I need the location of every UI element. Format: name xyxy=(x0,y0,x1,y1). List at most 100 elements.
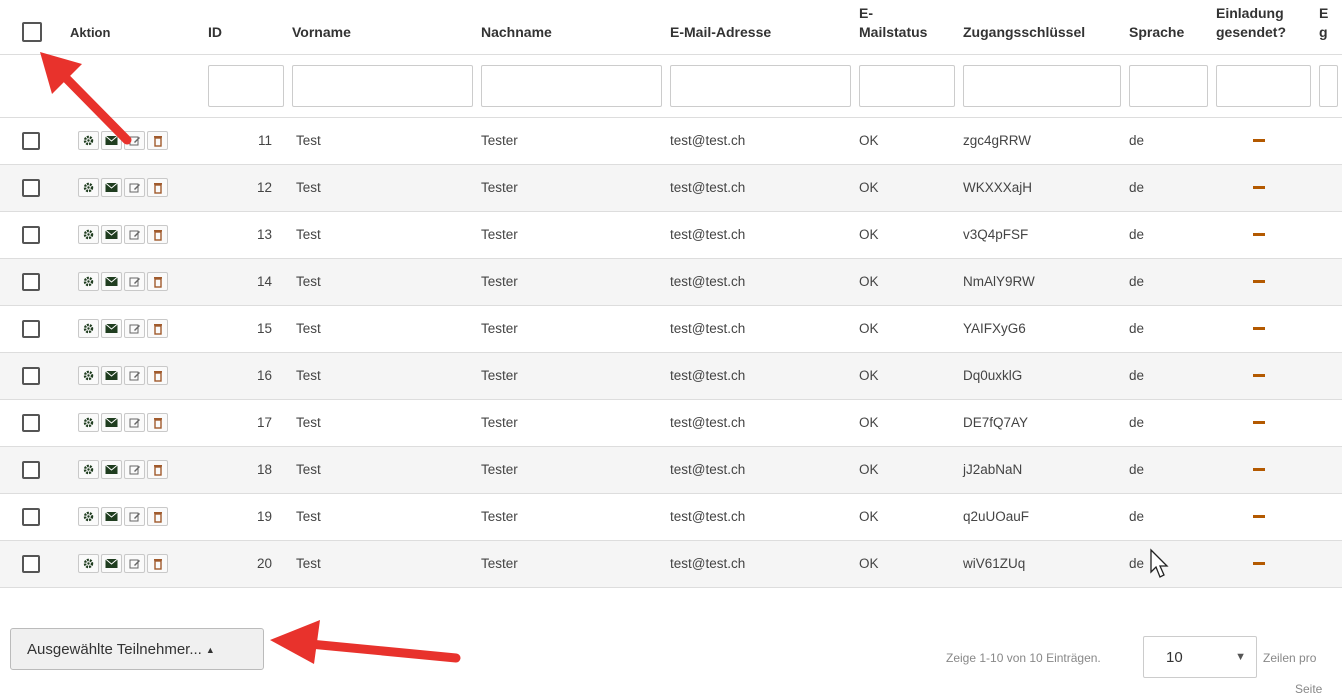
row-id: 17 xyxy=(204,399,288,447)
select-all-checkbox[interactable] xyxy=(22,21,42,42)
filter-next-input[interactable] xyxy=(1319,64,1338,107)
trash-icon xyxy=(153,323,163,335)
column-header-last-name[interactable]: Nachname xyxy=(477,0,666,55)
gear-icon xyxy=(83,323,94,334)
trash-icon-button[interactable] xyxy=(147,319,168,338)
row-language: de xyxy=(1125,258,1212,306)
envelope-icon-button[interactable] xyxy=(101,413,122,432)
gear-icon-button[interactable] xyxy=(78,507,99,526)
table-row[interactable]: 11 Test Tester test@test.ch OK zgc4gRRW de xyxy=(0,117,1342,165)
table-row[interactable]: 19 Test Tester test@test.ch OK q2uUOauF de xyxy=(0,493,1342,541)
table-row[interactable]: 18 Test Tester test@test.ch OK jJ2abNaN de xyxy=(0,446,1342,494)
row-checkbox[interactable] xyxy=(22,319,40,338)
trash-icon-button[interactable] xyxy=(147,366,168,385)
edit-icon-button[interactable] xyxy=(124,131,145,150)
filter-email-input[interactable] xyxy=(670,64,851,107)
gear-icon-button[interactable] xyxy=(78,225,99,244)
trash-icon-button[interactable] xyxy=(147,507,168,526)
row-email-status: OK xyxy=(855,540,959,588)
column-header-email[interactable]: E-Mail-Adresse xyxy=(666,0,855,55)
gear-icon-button[interactable] xyxy=(78,554,99,573)
envelope-icon-button[interactable] xyxy=(101,554,122,573)
row-id: 20 xyxy=(204,540,288,588)
envelope-icon-button[interactable] xyxy=(101,319,122,338)
column-header-email-status[interactable]: E- Mailstatus xyxy=(855,0,959,55)
row-access-key: zgc4gRRW xyxy=(959,117,1125,165)
gear-icon xyxy=(83,417,94,428)
row-checkbox[interactable] xyxy=(22,225,40,244)
filter-id-input[interactable] xyxy=(208,64,284,107)
filter-language-input[interactable] xyxy=(1129,64,1208,107)
edit-icon-button[interactable] xyxy=(124,225,145,244)
envelope-icon-button[interactable] xyxy=(101,131,122,150)
row-checkbox[interactable] xyxy=(22,272,40,291)
trash-icon xyxy=(153,370,163,382)
column-header-next[interactable]: Eg xyxy=(1315,0,1342,55)
table-row[interactable]: 17 Test Tester test@test.ch OK DE7fQ7AY de xyxy=(0,399,1342,447)
row-checkbox[interactable] xyxy=(22,554,40,573)
trash-icon-button[interactable] xyxy=(147,178,168,197)
envelope-icon-button[interactable] xyxy=(101,225,122,244)
invitation-not-sent-dash xyxy=(1253,562,1265,565)
column-header-language[interactable]: Sprache xyxy=(1125,0,1212,55)
trash-icon-button[interactable] xyxy=(147,272,168,291)
table-row[interactable]: 13 Test Tester test@test.ch OK v3Q4pFSF de xyxy=(0,211,1342,259)
edit-icon-button[interactable] xyxy=(124,178,145,197)
row-checkbox[interactable] xyxy=(22,413,40,432)
table-row[interactable]: 14 Test Tester test@test.ch OK NmAlY9RW de xyxy=(0,258,1342,306)
envelope-icon-button[interactable] xyxy=(101,272,122,291)
edit-icon-button[interactable] xyxy=(124,507,145,526)
edit-icon-button[interactable] xyxy=(124,413,145,432)
edit-icon-button[interactable] xyxy=(124,554,145,573)
envelope-icon-button[interactable] xyxy=(101,178,122,197)
row-actions xyxy=(78,507,200,526)
table-row[interactable]: 16 Test Tester test@test.ch OK Dq0uxklG de xyxy=(0,352,1342,400)
row-checkbox[interactable] xyxy=(22,131,40,150)
envelope-icon-button[interactable] xyxy=(101,460,122,479)
column-header-access-key[interactable]: Zugangsschlüssel xyxy=(959,0,1125,55)
gear-icon xyxy=(83,370,94,381)
filter-invitation-input[interactable] xyxy=(1216,64,1311,107)
edit-icon-button[interactable] xyxy=(124,460,145,479)
table-row[interactable]: 20 Test Tester test@test.ch OK wiV61ZUq de xyxy=(0,540,1342,588)
row-checkbox[interactable] xyxy=(22,460,40,479)
envelope-icon-button[interactable] xyxy=(101,366,122,385)
filter-last-name-input[interactable] xyxy=(481,64,662,107)
gear-icon-button[interactable] xyxy=(78,413,99,432)
edit-icon-button[interactable] xyxy=(124,366,145,385)
row-checkbox[interactable] xyxy=(22,178,40,197)
row-first-name: Test xyxy=(288,305,477,353)
row-checkbox[interactable] xyxy=(22,366,40,385)
row-email-status: OK xyxy=(855,117,959,165)
gear-icon-button[interactable] xyxy=(78,366,99,385)
gear-icon-button[interactable] xyxy=(78,178,99,197)
invitation-header-line1: Einladung xyxy=(1216,4,1284,21)
gear-icon-button[interactable] xyxy=(78,460,99,479)
trash-icon-button[interactable] xyxy=(147,413,168,432)
envelope-icon xyxy=(105,229,118,240)
envelope-icon-button[interactable] xyxy=(101,507,122,526)
gear-icon-button[interactable] xyxy=(78,272,99,291)
column-header-invitation[interactable]: Einladung gesendet? xyxy=(1212,0,1315,55)
page-size-select[interactable]: 10 ▼ xyxy=(1143,636,1257,678)
filter-first-name-input[interactable] xyxy=(292,64,473,107)
rows-per-page-label: Zeilen pro xyxy=(1263,651,1317,665)
trash-icon-button[interactable] xyxy=(147,460,168,479)
selected-participants-button[interactable]: Ausgewählte Teilnehmer... ▲ xyxy=(10,628,264,670)
trash-icon-button[interactable] xyxy=(147,554,168,573)
row-access-key: v3Q4pFSF xyxy=(959,211,1125,259)
trash-icon-button[interactable] xyxy=(147,131,168,150)
gear-icon-button[interactable] xyxy=(78,319,99,338)
table-row[interactable]: 15 Test Tester test@test.ch OK YAIFXyG6 de xyxy=(0,305,1342,353)
column-header-first-name[interactable]: Vorname xyxy=(288,0,477,55)
row-checkbox[interactable] xyxy=(22,507,40,526)
gear-icon-button[interactable] xyxy=(78,131,99,150)
trash-icon-button[interactable] xyxy=(147,225,168,244)
table-row[interactable]: 12 Test Tester test@test.ch OK WKXXXajH de xyxy=(0,164,1342,212)
filter-email-status-input[interactable] xyxy=(859,64,955,107)
edit-icon-button[interactable] xyxy=(124,272,145,291)
edit-icon-button[interactable] xyxy=(124,319,145,338)
column-header-id[interactable]: ID xyxy=(204,0,288,55)
rows-per-page-label-2: Seite xyxy=(1295,682,1323,696)
filter-access-key-input[interactable] xyxy=(963,64,1121,107)
